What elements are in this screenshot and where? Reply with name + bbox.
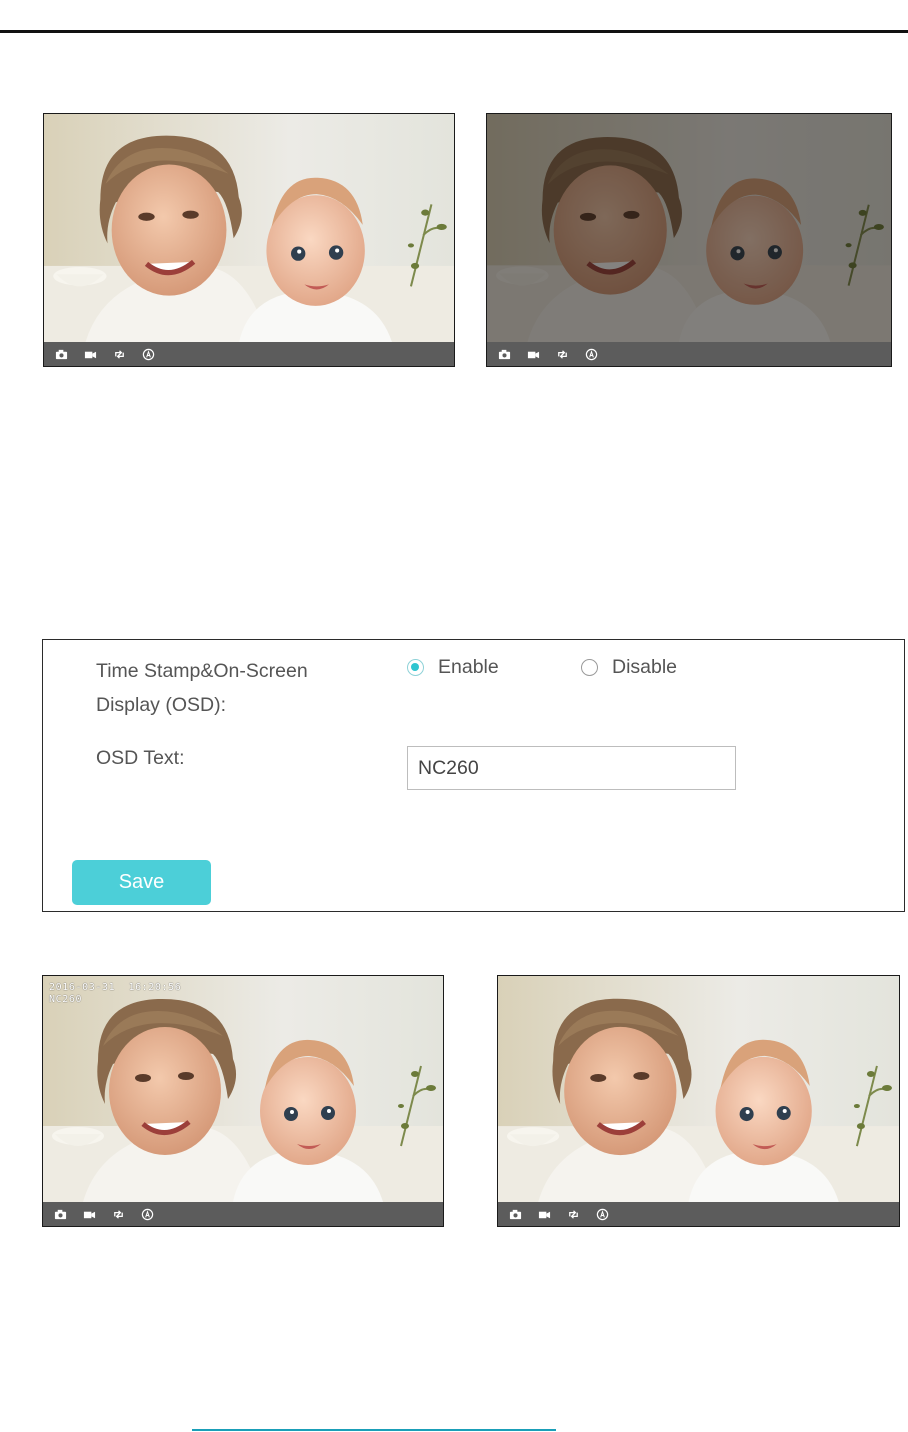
auto-icon[interactable]	[595, 1207, 609, 1221]
camera-preview-osd-disabled	[497, 975, 900, 1227]
rotate-icon[interactable]	[112, 347, 126, 361]
brightness-dim-overlay	[487, 114, 891, 342]
auto-icon[interactable]	[141, 347, 155, 361]
timestamp-osd-label: Time Stamp&On-Screen Display (OSD):	[96, 660, 308, 716]
rotate-icon[interactable]	[566, 1207, 580, 1221]
preview-toolbar	[44, 342, 454, 366]
camera-icon[interactable]	[54, 347, 68, 361]
auto-icon[interactable]	[140, 1207, 154, 1221]
enable-label: Enable	[438, 656, 499, 678]
camera-preview-osd-enabled: 2016-03-31 16:20:56 NC260	[42, 975, 444, 1227]
osd-overlay-text: 2016-03-31 16:20:56 NC260	[49, 982, 181, 1006]
video-icon[interactable]	[82, 1207, 96, 1221]
preview-toolbar	[487, 342, 891, 366]
page-top-rule	[0, 30, 908, 33]
live-view-image	[44, 114, 454, 342]
camera-preview-normal	[43, 113, 455, 367]
video-icon[interactable]	[526, 347, 540, 361]
save-button[interactable]: Save	[72, 860, 211, 905]
osd-text-input[interactable]	[407, 746, 736, 790]
live-view-image	[498, 976, 899, 1202]
camera-icon[interactable]	[53, 1207, 67, 1221]
video-icon[interactable]	[83, 347, 97, 361]
disable-label: Disable	[612, 656, 678, 678]
video-icon[interactable]	[537, 1207, 551, 1221]
rotate-icon[interactable]	[111, 1207, 125, 1221]
osd-text-label: OSD Text:	[96, 747, 185, 769]
live-view-image	[43, 976, 443, 1202]
camera-preview-dark	[486, 113, 892, 367]
preview-toolbar	[43, 1202, 443, 1226]
auto-icon[interactable]	[584, 347, 598, 361]
preview-toolbar	[498, 1202, 899, 1226]
camera-icon[interactable]	[508, 1207, 522, 1221]
radio-unselected-icon[interactable]	[581, 659, 598, 676]
disable-radio[interactable]: Disable	[581, 656, 677, 679]
footer-link-underline	[192, 1429, 556, 1431]
osd-custom-text: NC260	[49, 994, 83, 1005]
osd-timestamp: 2016-03-31 16:20:56	[49, 982, 182, 993]
osd-settings-panel: Time Stamp&On-Screen Display (OSD): Enab…	[42, 639, 905, 912]
radio-selected-icon[interactable]	[407, 659, 424, 676]
camera-icon[interactable]	[497, 347, 511, 361]
rotate-icon[interactable]	[555, 347, 569, 361]
enable-radio[interactable]: Enable	[407, 656, 499, 679]
